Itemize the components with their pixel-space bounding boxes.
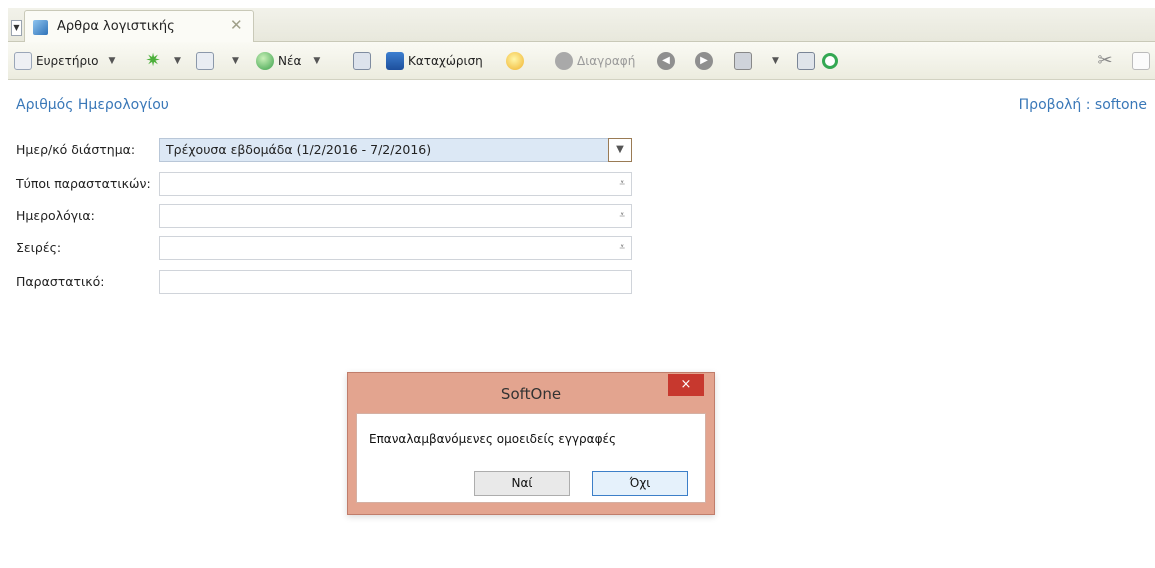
dialog-title: SoftOne bbox=[500, 385, 562, 403]
series-label: Σειρές: bbox=[16, 240, 62, 255]
multi-select-icon[interactable]: ⩡ bbox=[619, 210, 625, 222]
next-record-button[interactable]: ▶ bbox=[695, 51, 717, 71]
document-types-label: Τύποι παραστατικών: bbox=[16, 176, 151, 191]
dialog-body: Επαναλαμβανόμενες ομοειδείς εγγραφές Ναί… bbox=[356, 413, 706, 503]
period-select[interactable]: Τρέχουσα εβδομάδα (1/2/2016 - 7/2/2016) … bbox=[159, 138, 632, 162]
index-button-label: Ευρετήριο bbox=[36, 54, 99, 68]
calculator-button[interactable] bbox=[797, 51, 819, 71]
page-icon bbox=[1132, 52, 1150, 70]
save-button[interactable]: Καταχώριση bbox=[386, 51, 483, 71]
chevron-down-icon[interactable]: ▼ bbox=[108, 56, 115, 66]
index-button[interactable]: Ευρετήριο ▼ bbox=[14, 51, 117, 71]
page-title: Αριθμός Ημερολογίου bbox=[16, 97, 169, 113]
favorites-button[interactable]: ✷ ▼ bbox=[144, 51, 183, 71]
document-label: Παραστατικό: bbox=[16, 274, 105, 289]
attachments-button[interactable] bbox=[353, 51, 375, 71]
document-types-field[interactable]: ⩡ bbox=[159, 172, 632, 196]
print-preview-button[interactable]: ▼ bbox=[196, 51, 241, 71]
multi-select-icon[interactable]: ⩡ bbox=[619, 242, 625, 254]
new-button-label: Νέα bbox=[278, 54, 302, 68]
clipboard-icon bbox=[353, 52, 371, 70]
chevron-down-icon[interactable]: ▼ bbox=[772, 56, 779, 66]
search-button[interactable] bbox=[822, 51, 842, 71]
chevron-down-icon[interactable]: ▼ bbox=[232, 56, 239, 66]
new-button[interactable]: Νέα ▼ bbox=[256, 51, 322, 71]
journals-label: Ημερολόγια: bbox=[16, 208, 95, 223]
calculator-icon bbox=[797, 52, 815, 70]
tab-title: Αρθρα λογιστικής bbox=[57, 19, 175, 34]
module-cube-icon bbox=[33, 20, 48, 35]
save-button-label: Καταχώριση bbox=[408, 54, 483, 68]
chevron-down-icon[interactable]: ▼ bbox=[608, 138, 632, 162]
tab-journal-entries[interactable]: Αρθρα λογιστικής ✕ bbox=[24, 10, 254, 42]
hint-button[interactable] bbox=[506, 51, 528, 71]
delete-icon bbox=[555, 52, 573, 70]
previous-record-button[interactable]: ◀ bbox=[657, 51, 679, 71]
delete-button-label: Διαγραφή bbox=[577, 54, 636, 68]
dialog-message: Επαναλαμβανόμενες ομοειδείς εγγραφές bbox=[369, 432, 617, 446]
tools-icon: ✂ bbox=[1097, 50, 1113, 71]
view-label: Προβολή : softone bbox=[1018, 97, 1147, 113]
chevron-down-icon[interactable]: ▼ bbox=[174, 56, 181, 66]
tab-strip: ▼ Αρθρα λογιστικής ✕ bbox=[8, 8, 1155, 42]
floppy-disk-icon bbox=[386, 52, 404, 70]
document-icon bbox=[14, 52, 32, 70]
arrow-right-icon: ▶ bbox=[695, 52, 713, 70]
tab-list-dropdown[interactable]: ▼ bbox=[11, 20, 22, 36]
journals-field[interactable]: ⩡ bbox=[159, 204, 632, 228]
series-field[interactable]: ⩡ bbox=[159, 236, 632, 260]
yes-button[interactable]: Ναί bbox=[474, 471, 570, 496]
no-button[interactable]: Όχι bbox=[592, 471, 688, 496]
search-icon bbox=[822, 53, 838, 69]
tools-button[interactable]: ✂ bbox=[1096, 51, 1118, 71]
close-icon[interactable]: × bbox=[668, 374, 704, 396]
arrow-left-icon: ◀ bbox=[657, 52, 675, 70]
period-value: Τρέχουσα εβδομάδα (1/2/2016 - 7/2/2016) bbox=[166, 142, 432, 157]
document-field[interactable] bbox=[159, 270, 632, 294]
print-button[interactable]: ▼ bbox=[734, 51, 781, 71]
chevron-down-icon[interactable]: ▼ bbox=[313, 56, 320, 66]
printer-icon bbox=[734, 52, 752, 70]
star-icon: ✷ bbox=[145, 50, 161, 71]
new-globe-icon bbox=[256, 52, 274, 70]
delete-button[interactable]: Διαγραφή bbox=[555, 51, 635, 71]
period-label: Ημερ/κό διάστημα: bbox=[16, 142, 136, 157]
close-tab-icon[interactable]: ✕ bbox=[230, 16, 243, 34]
preview-icon bbox=[196, 52, 214, 70]
page-button[interactable] bbox=[1132, 51, 1154, 71]
multi-select-icon[interactable]: ⩡ bbox=[619, 178, 625, 190]
toolbar: Ευρετήριο ▼ ✷ ▼ ▼ Νέα ▼ Καταχώριση Διαγρ bbox=[8, 42, 1155, 80]
lightbulb-icon bbox=[506, 52, 524, 70]
confirm-dialog: SoftOne × Επαναλαμβανόμενες ομοειδείς εγ… bbox=[347, 372, 715, 515]
application-window: ▼ Αρθρα λογιστικής ✕ Ευρετήριο ▼ ✷ ▼ ▼ Ν… bbox=[8, 0, 1155, 568]
